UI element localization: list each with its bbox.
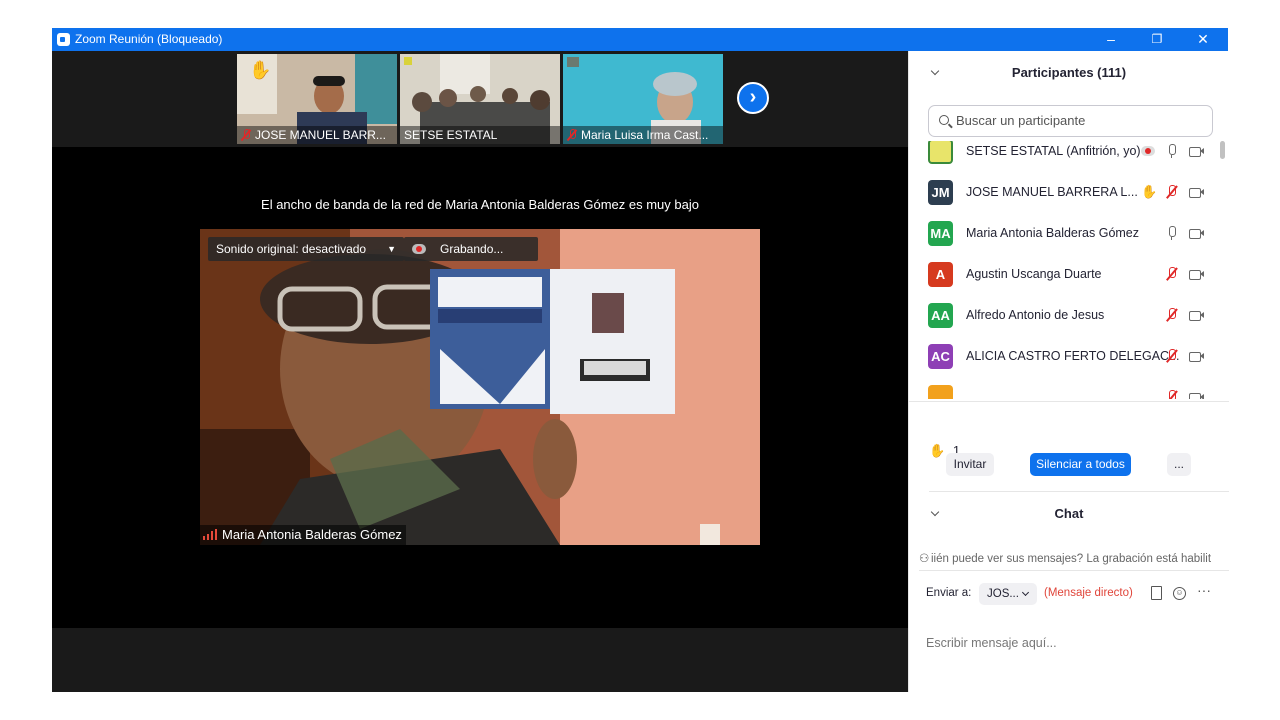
minimize-button[interactable]: –: [1088, 28, 1134, 51]
thumbnail-name: JOSE MANUEL BARR...: [255, 128, 386, 142]
participants-title: Participantes (111): [1011, 65, 1127, 80]
recording-label: Grabando...: [440, 242, 504, 256]
invite-button[interactable]: Invitar: [946, 453, 994, 476]
chat-notice-text: iién puede ver sus mensajes? La grabació…: [931, 553, 1212, 565]
participant-row[interactable]: A Agustin Uscanga Duarte: [909, 254, 1219, 295]
participant-search-input[interactable]: Buscar un participante: [928, 105, 1213, 137]
chat-message-input[interactable]: Escribir mensaje aquí...: [926, 636, 1057, 650]
window-title: Zoom Reunión (Bloqueado): [75, 32, 223, 46]
camera-icon[interactable]: [1189, 390, 1204, 399]
close-button[interactable]: ✕: [1180, 28, 1226, 51]
setse-logo-avatar: [928, 141, 953, 164]
muted-mic-icon[interactable]: [1165, 267, 1179, 281]
divider: [919, 570, 1229, 571]
speaker-name: Maria Antonia Balderas Gómez: [222, 527, 402, 542]
camera-icon[interactable]: [1189, 185, 1204, 199]
mic-icon[interactable]: [1165, 226, 1179, 240]
send-to-label: Enviar a:: [926, 587, 972, 599]
participant-row[interactable]: AA Alfredo Antonio de Jesus: [909, 295, 1219, 336]
participant-list: SETSE ESTATAL (Anfitrión, yo) JM JOSE MANU…: [909, 141, 1219, 399]
raised-hand-icon: ✋: [1141, 184, 1158, 199]
side-panel: Participantes (111) Buscar un participan…: [908, 51, 1229, 692]
recording-icon: [412, 244, 426, 254]
signal-bars-icon: [203, 529, 217, 540]
thumbnail-name: Maria Luisa Irma Cast...: [581, 128, 709, 142]
original-sound-toggle[interactable]: Sonido original: desactivado ▼: [208, 237, 404, 261]
avatar: A: [928, 262, 953, 287]
direct-message-label: (Mensaje directo): [1044, 587, 1133, 599]
muted-mic-icon[interactable]: [1165, 185, 1179, 199]
muted-mic-icon: [567, 129, 577, 141]
participant-row[interactable]: SETSE ESTATAL (Anfitrión, yo): [909, 141, 1219, 172]
restore-button[interactable]: ❐: [1134, 28, 1180, 51]
raised-hand-icon: ✋: [929, 443, 946, 458]
more-options-button[interactable]: ...: [1167, 453, 1191, 476]
mute-all-button[interactable]: Silenciar a todos: [1030, 453, 1131, 476]
chat-title: Chat: [1054, 506, 1084, 521]
participant-name: Maria Antonia Balderas Gómez: [966, 226, 1140, 240]
participant-name: ALICIA CASTRO FERTO DELEGAC...: [966, 349, 1180, 363]
bandwidth-warning: El ancho de banda de la red de Maria Ant…: [261, 197, 699, 212]
title-bar: Zoom Reunión (Bloqueado) – ❐ ✕: [52, 28, 1228, 51]
participant-name: SETSE ESTATAL (Anfitrión, yo): [966, 144, 1141, 158]
search-icon: [939, 115, 949, 125]
thumbnail-video[interactable]: Maria Luisa Irma Cast...: [563, 54, 723, 144]
avatar: JM: [928, 180, 953, 205]
svg-text:✋: ✋: [249, 59, 271, 80]
participant-row[interactable]: [909, 377, 1219, 399]
thumbnail-video[interactable]: SETSE ESTATAL: [400, 54, 560, 144]
avatar: [928, 385, 953, 399]
next-page-button[interactable]: ›: [737, 82, 769, 114]
recipient-dropdown[interactable]: JOS...: [979, 583, 1037, 605]
zoom-app-icon: [57, 33, 70, 46]
zoom-window: Zoom Reunión (Bloqueado) – ❐ ✕ ✋ JOSE MA…: [52, 28, 1229, 692]
muted-mic-icon[interactable]: [1165, 390, 1179, 399]
thumbnail-strip: ✋ JOSE MANUEL BARR... SETSE ESTATAL Mari…: [52, 51, 908, 147]
speaker-name-tag: Maria Antonia Balderas Gómez: [200, 525, 406, 545]
recording-icon: [1141, 144, 1155, 158]
participant-list-scrollbar[interactable]: [1219, 141, 1225, 399]
file-icon[interactable]: [1151, 586, 1162, 600]
meeting-bottom-bar: [52, 628, 908, 692]
meeting-area: ✋ JOSE MANUEL BARR... SETSE ESTATAL Mari…: [52, 51, 908, 692]
thumbnail-name: SETSE ESTATAL: [404, 128, 498, 142]
avatar: AA: [928, 303, 953, 328]
dropdown-arrow-icon: ▼: [387, 244, 396, 254]
avatar: AC: [928, 344, 953, 369]
thumbnail-video[interactable]: ✋ JOSE MANUEL BARR...: [237, 54, 397, 144]
camera-icon[interactable]: [1189, 226, 1204, 240]
participant-row[interactable]: AC ALICIA CASTRO FERTO DELEGAC...: [909, 336, 1219, 377]
participant-row[interactable]: JM JOSE MANUEL BARRERA L... ✋: [909, 172, 1219, 213]
avatar: MA: [928, 221, 953, 246]
camera-icon[interactable]: [1189, 349, 1204, 363]
info-user-icon: ⚇: [919, 553, 930, 565]
divider: [909, 401, 1229, 402]
participant-name: JOSE MANUEL BARRERA L...: [966, 185, 1138, 199]
active-speaker-video[interactable]: Sonido original: desactivado ▼ Grabando.…: [200, 229, 760, 545]
recording-indicator[interactable]: Grabando...: [404, 237, 538, 261]
mic-icon[interactable]: [1165, 144, 1179, 158]
divider: [929, 491, 1229, 492]
participant-name: Alfredo Antonio de Jesus: [966, 308, 1105, 322]
participant-row[interactable]: MA Maria Antonia Balderas Gómez: [909, 213, 1219, 254]
emoji-icon[interactable]: ☺: [1173, 587, 1186, 600]
search-placeholder: Buscar un participante: [956, 113, 1086, 128]
original-sound-label: Sonido original: desactivado: [216, 242, 367, 256]
camera-icon[interactable]: [1189, 267, 1204, 281]
camera-icon[interactable]: [1189, 144, 1204, 158]
participant-name: Agustin Uscanga Duarte: [966, 267, 1102, 281]
camera-icon[interactable]: [1189, 308, 1204, 322]
muted-mic-icon[interactable]: [1165, 349, 1179, 363]
chat-privacy-notice[interactable]: ⚇ iién puede ver sus mensajes? La grabaci…: [919, 551, 1227, 565]
muted-mic-icon[interactable]: [1165, 308, 1179, 322]
muted-mic-icon: [241, 129, 251, 141]
speaker-video-image: [200, 229, 760, 545]
chat-more-icon[interactable]: ···: [1197, 582, 1211, 598]
